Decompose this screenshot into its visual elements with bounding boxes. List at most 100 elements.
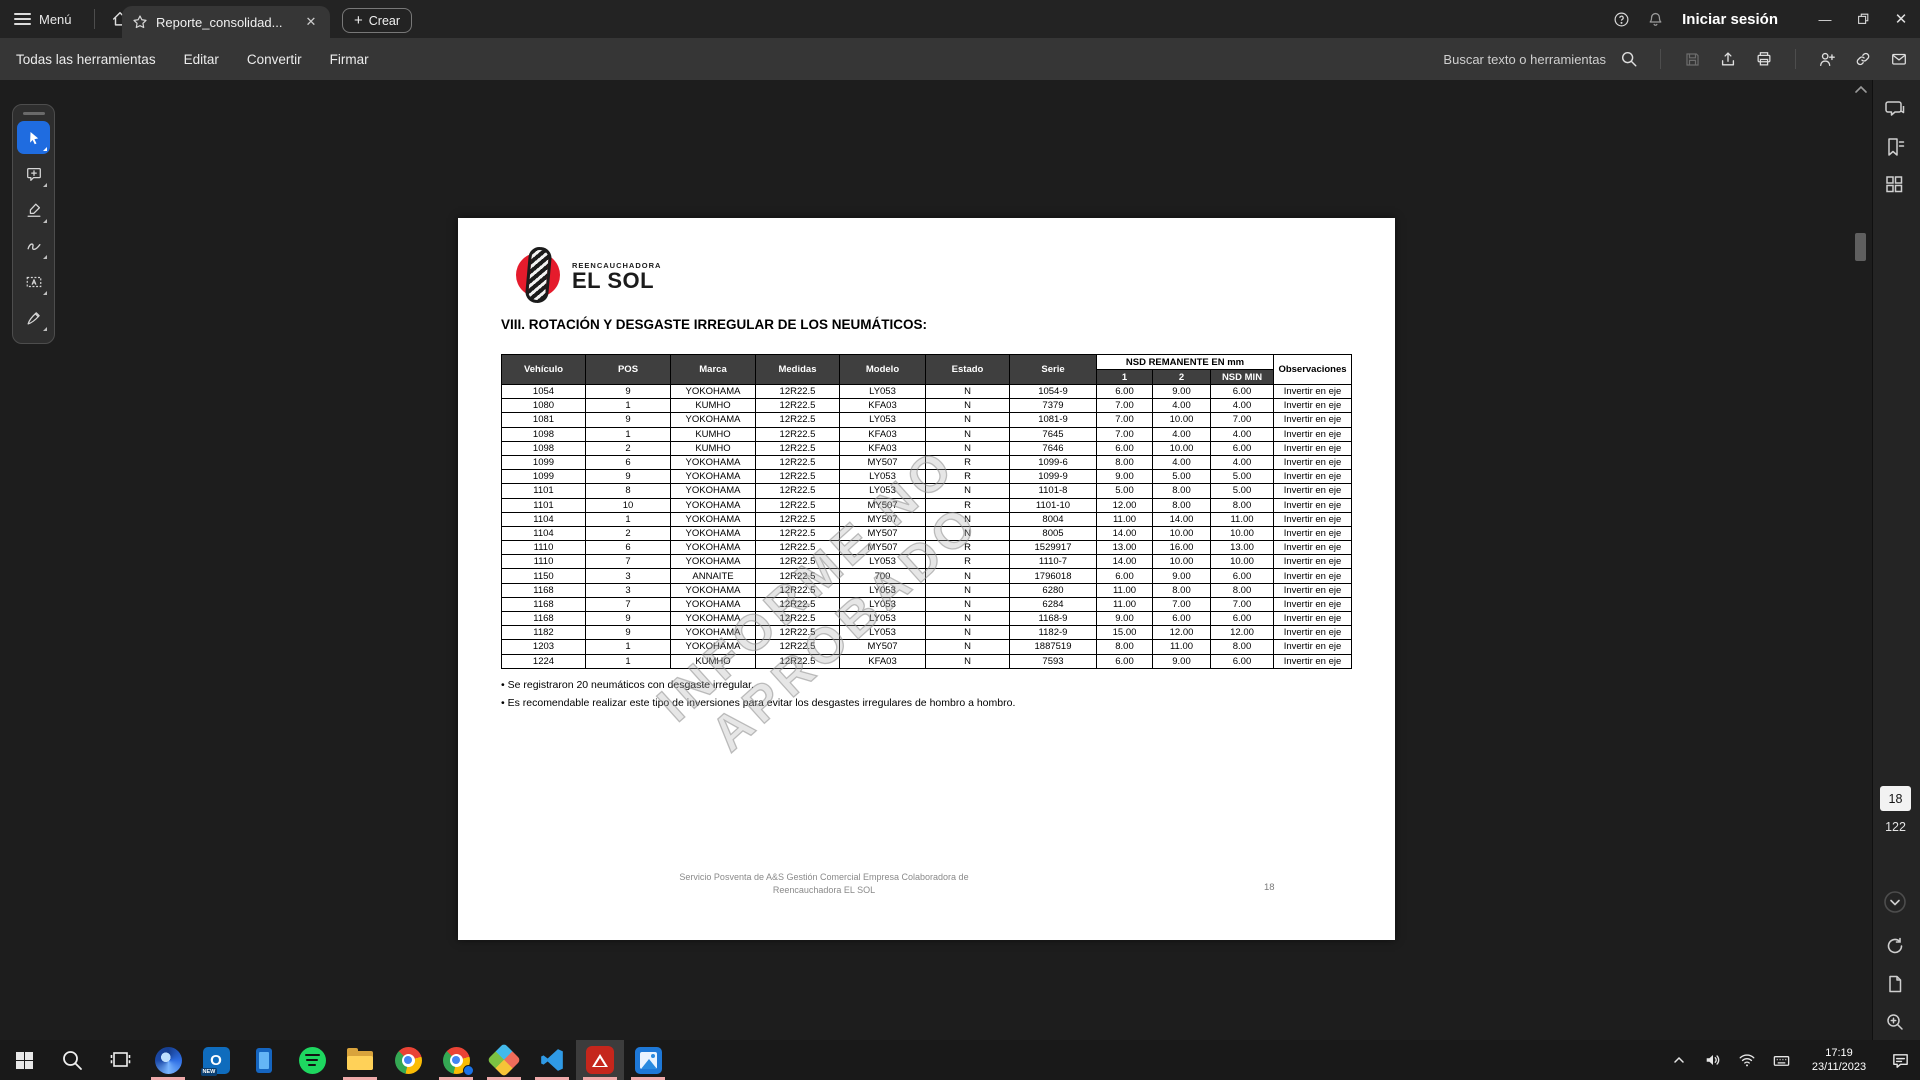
table-row: 11683YOKOHAMA12R22.5LY053N628011.008.008… <box>502 583 1352 597</box>
table-cell: Invertir en eje <box>1274 640 1352 654</box>
menu-edit[interactable]: Editar <box>184 52 219 67</box>
tray-expand-button[interactable] <box>1662 1040 1696 1080</box>
table-cell: 6.00 <box>1211 441 1274 455</box>
print-icon <box>1755 50 1773 68</box>
taskbar-clock[interactable]: 17:19 23/11/2023 <box>1798 1046 1880 1074</box>
link-button[interactable] <box>1850 44 1876 74</box>
taskbar-app-chrome-profile[interactable] <box>432 1040 480 1080</box>
select-text-tool-button[interactable] <box>17 265 50 298</box>
chrome-icon <box>395 1047 422 1074</box>
table-cell: 7645 <box>1010 427 1097 441</box>
table-cell: 1150 <box>502 569 586 583</box>
tab-close-icon[interactable]: ✕ <box>302 14 320 30</box>
refresh-button[interactable] <box>1885 936 1905 956</box>
table-cell: R <box>926 470 1010 484</box>
highlight-tool-button[interactable] <box>17 193 50 226</box>
table-cell: 1110 <box>502 555 586 569</box>
table-header-row: Vehículo POS Marca Medidas Modelo Estado… <box>502 355 1352 370</box>
table-cell: 8.00 <box>1211 640 1274 654</box>
table-cell: 7.00 <box>1097 427 1153 441</box>
taskbar-app-outlook[interactable]: ONEW <box>192 1040 240 1080</box>
touch-keyboard-button[interactable] <box>1764 1040 1798 1080</box>
clock-date: 23/11/2023 <box>1798 1060 1880 1074</box>
company-logo: REENCAUCHADORA EL SOL <box>516 250 716 302</box>
table-cell: 3 <box>586 569 671 583</box>
table-row: 11041YOKOHAMA12R22.5MY507N800411.0014.00… <box>502 512 1352 526</box>
taskbar-app-file-explorer[interactable] <box>336 1040 384 1080</box>
document-tab[interactable]: Reporte_consolidad... ✕ <box>122 6 330 38</box>
sign-in-button[interactable]: Iniciar sesión <box>1682 11 1778 28</box>
zoom-icon <box>1885 1012 1905 1032</box>
draw-tool-button[interactable] <box>17 229 50 262</box>
table-cell: 8 <box>586 484 671 498</box>
table-cell: 12R22.5 <box>756 441 840 455</box>
notifications-button[interactable] <box>1638 0 1672 38</box>
sign-tool-button[interactable] <box>17 301 50 334</box>
table-row: 11829YOKOHAMA12R22.5LY053N1182-915.0012.… <box>502 626 1352 640</box>
taskbar-app-photos[interactable] <box>624 1040 672 1080</box>
taskbar-app-chrome[interactable] <box>384 1040 432 1080</box>
start-button[interactable] <box>0 1040 48 1080</box>
table-cell: 1098 <box>502 441 586 455</box>
table-cell: KFA03 <box>840 441 926 455</box>
taskbar-app-vscode[interactable] <box>528 1040 576 1080</box>
collapse-button[interactable] <box>1883 890 1907 914</box>
print-button[interactable] <box>1751 44 1777 74</box>
table-cell: 12R22.5 <box>756 541 840 555</box>
taskbar-search-button[interactable] <box>48 1040 96 1080</box>
thumbnails-panel-icon <box>1884 174 1904 194</box>
taskbar-app-phone-link[interactable] <box>240 1040 288 1080</box>
scrollbar-thumb[interactable] <box>1855 233 1866 261</box>
table-cell: 7.00 <box>1211 413 1274 427</box>
close-window-button[interactable]: ✕ <box>1882 0 1920 38</box>
table-cell: MY507 <box>840 640 926 654</box>
save-button[interactable] <box>1679 44 1705 74</box>
scroll-up-button[interactable] <box>1853 84 1869 96</box>
add-person-button[interactable] <box>1814 44 1840 74</box>
chevron-up-icon <box>1853 84 1869 96</box>
table-cell: N <box>926 569 1010 583</box>
menu-all-tools[interactable]: Todas las herramientas <box>16 52 156 67</box>
restore-button[interactable] <box>1844 0 1882 38</box>
create-button[interactable]: + Crear <box>342 8 412 33</box>
table-cell: 1 <box>586 399 671 413</box>
menu-button[interactable]: Menú <box>0 0 86 38</box>
table-cell: N <box>926 612 1010 626</box>
search-label[interactable]: Buscar texto o herramientas <box>1443 52 1606 67</box>
comments-panel-button[interactable] <box>1884 98 1906 120</box>
table-cell: 12R22.5 <box>756 555 840 569</box>
table-cell: 1182 <box>502 626 586 640</box>
search-button[interactable] <box>1616 44 1642 74</box>
divider <box>1660 49 1661 69</box>
share-button[interactable] <box>1715 44 1741 74</box>
thumbnails-panel-button[interactable] <box>1884 174 1904 194</box>
volume-button[interactable] <box>1696 1040 1730 1080</box>
minimize-button[interactable]: — <box>1806 0 1844 38</box>
bookmarks-panel-button[interactable] <box>1884 136 1906 158</box>
taskbar-app-diagram[interactable] <box>480 1040 528 1080</box>
page-view-button[interactable] <box>1885 974 1905 994</box>
email-button[interactable] <box>1886 44 1912 74</box>
task-view-button[interactable] <box>96 1040 144 1080</box>
refresh-icon <box>1885 936 1905 956</box>
taskbar-app-spotify[interactable] <box>288 1040 336 1080</box>
table-row: 12031YOKOHAMA12R22.5MY507N18875198.0011.… <box>502 640 1352 654</box>
taskbar-app-mail[interactable] <box>144 1040 192 1080</box>
current-page-input[interactable]: 18 <box>1880 786 1911 811</box>
table-cell: YOKOHAMA <box>671 413 756 427</box>
taskbar-app-acrobat[interactable] <box>576 1040 624 1080</box>
menu-sign[interactable]: Firmar <box>330 52 369 67</box>
zoom-button[interactable] <box>1885 1012 1905 1032</box>
tire-icon <box>525 246 553 304</box>
menu-convert[interactable]: Convertir <box>247 52 302 67</box>
table-cell: 11.00 <box>1097 583 1153 597</box>
action-center-button[interactable] <box>1880 1040 1920 1080</box>
table-cell: 7.00 <box>1097 413 1153 427</box>
network-button[interactable] <box>1730 1040 1764 1080</box>
add-comment-tool-button[interactable] <box>17 157 50 190</box>
select-tool-button[interactable] <box>17 121 50 154</box>
drag-handle[interactable] <box>23 112 45 115</box>
help-button[interactable] <box>1604 0 1638 38</box>
table-cell: 9 <box>586 470 671 484</box>
search-icon <box>1620 50 1638 68</box>
